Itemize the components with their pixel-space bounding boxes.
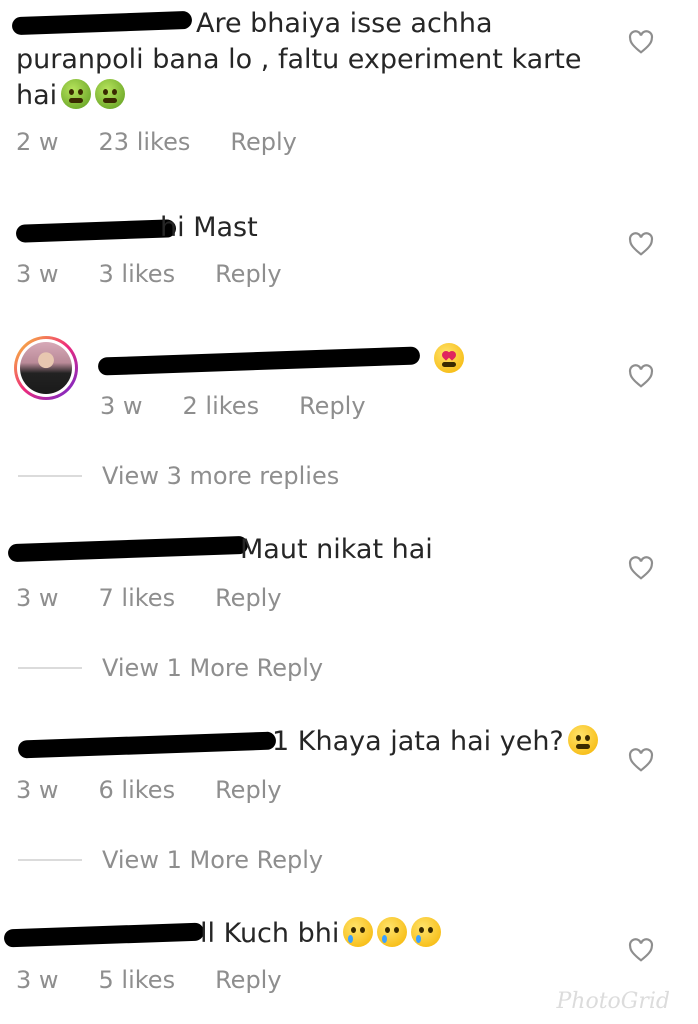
comment-text-body: 1 Khaya jata hai yeh? <box>272 726 564 757</box>
like-heart-icon[interactable] <box>628 232 654 256</box>
reply-button[interactable]: Reply <box>215 584 281 612</box>
comment-text: hi Mast <box>160 212 258 243</box>
view-more-replies-button[interactable]: View 3 more replies <box>18 462 339 490</box>
like-heart-icon[interactable] <box>628 30 654 54</box>
reply-button[interactable]: Reply <box>299 392 365 420</box>
comment-text: 1 Khaya jata hai yeh? <box>272 724 598 760</box>
redacted-username <box>17 731 277 759</box>
reply-divider <box>18 667 82 669</box>
comment-text: Are bhaiya isse achha <box>196 6 493 42</box>
watermark: PhotoGrid <box>556 989 670 1014</box>
nauseated-face-icon <box>61 79 92 109</box>
comment-text-body: ll Kuch bhi <box>200 918 340 949</box>
comment-time: 2 w <box>16 128 59 156</box>
reply-button[interactable]: Reply <box>215 776 281 804</box>
reply-button[interactable]: Reply <box>215 260 281 288</box>
reply-divider <box>18 475 82 477</box>
redacted-username <box>11 10 193 36</box>
comment-text-continued: hai <box>16 78 126 114</box>
crying-face-icon <box>377 917 408 947</box>
comment-likes[interactable]: 6 likes <box>99 776 176 804</box>
comment-likes[interactable]: 7 likes <box>99 584 176 612</box>
eye-roll-face-icon <box>567 725 598 755</box>
comment-meta: 2 w 23 likes Reply <box>16 128 337 156</box>
comment-time: 3 w <box>16 776 59 804</box>
like-heart-icon[interactable] <box>628 556 654 580</box>
comment-likes[interactable]: 5 likes <box>99 966 176 994</box>
like-heart-icon[interactable] <box>628 938 654 962</box>
comment-time: 3 w <box>100 392 143 420</box>
view-more-replies-button[interactable]: View 1 More Reply <box>18 654 323 682</box>
redacted-username <box>7 535 249 563</box>
view-replies-label: View 1 More Reply <box>102 654 324 682</box>
redacted-username <box>97 346 421 376</box>
comment-meta: 3 w 3 likes Reply <box>16 260 322 288</box>
comment-time: 3 w <box>16 584 59 612</box>
comment-text-line1: Are bhaiya isse achha <box>196 8 493 39</box>
comment-text-continued: puranpoli bana lo , faltu experiment kar… <box>16 42 581 78</box>
comment-meta: 3 w 5 likes Reply <box>16 966 322 994</box>
comment-likes[interactable]: 23 likes <box>99 128 191 156</box>
redacted-username <box>3 922 205 948</box>
like-heart-icon[interactable] <box>628 748 654 772</box>
comment-likes[interactable]: 2 likes <box>183 392 260 420</box>
comment-likes[interactable]: 3 likes <box>99 260 176 288</box>
comment-time: 3 w <box>16 966 59 994</box>
comment-text <box>430 342 464 378</box>
comment-text: Maut nikat hai <box>240 534 433 565</box>
heart-eyes-face-icon <box>434 343 464 373</box>
comment-time: 3 w <box>16 260 59 288</box>
comment-meta: 3 w 6 likes Reply <box>16 776 322 804</box>
crying-face-icon <box>343 917 374 947</box>
comment-text-line3: hai <box>16 80 58 111</box>
comment-text: ll Kuch bhi <box>200 916 442 952</box>
view-more-replies-button[interactable]: View 1 More Reply <box>18 846 323 874</box>
vomiting-face-icon <box>95 79 126 109</box>
like-heart-icon[interactable] <box>628 364 654 388</box>
reply-button[interactable]: Reply <box>215 966 281 994</box>
crying-face-icon <box>411 917 442 947</box>
avatar[interactable] <box>14 336 78 400</box>
comment-meta: 3 w 7 likes Reply <box>16 584 322 612</box>
comment-text-line2: puranpoli bana lo , faltu experiment kar… <box>16 44 582 75</box>
redacted-username <box>15 219 177 243</box>
comment-meta: 3 w 2 likes Reply <box>100 392 406 420</box>
view-replies-label: View 3 more replies <box>102 462 340 490</box>
view-replies-label: View 1 More Reply <box>102 846 324 874</box>
reply-button[interactable]: Reply <box>230 128 296 156</box>
reply-divider <box>18 859 82 861</box>
